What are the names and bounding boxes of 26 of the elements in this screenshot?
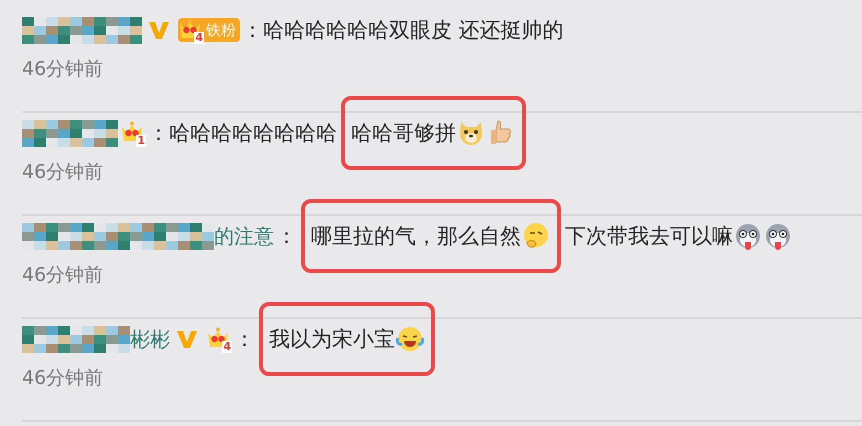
crown-icon xyxy=(120,121,144,143)
colon: ： xyxy=(242,17,263,44)
comment-time: 46分钟前 xyxy=(22,366,104,391)
level-number: 1 xyxy=(136,135,146,147)
comment-text: 哈哈哈哈哈哈哈哈 xyxy=(169,120,337,147)
comment-text: 哈哈哈哈哈哈双眼皮 还还挺帅的 xyxy=(263,17,564,44)
comment-text: 哈哈哥够拼 xyxy=(351,120,456,147)
user-name[interactable]: 的注意 xyxy=(214,222,274,250)
husky-emoji-icon xyxy=(733,221,763,251)
colon: ： xyxy=(234,326,255,353)
laugh-cry-emoji-icon xyxy=(395,324,425,354)
level-number: 4 xyxy=(222,341,232,353)
level-number: 4 xyxy=(194,32,204,44)
colon: ： xyxy=(148,120,169,147)
crown-icon xyxy=(178,18,202,40)
comment-time: 46分钟前 xyxy=(22,57,104,82)
comment-time: 46分钟前 xyxy=(22,263,104,288)
colon: ： xyxy=(276,223,297,250)
comment-text: 我以为宋小宝 xyxy=(269,326,395,353)
comment-text: 哪里拉的气，那么自然 xyxy=(311,223,521,250)
user-name[interactable]: 彬彬 xyxy=(130,326,170,352)
fan-tag: 铁粉 xyxy=(206,20,236,40)
crown-icon xyxy=(206,327,230,349)
husky-emoji-icon xyxy=(763,221,793,251)
comment-text: 下次带我去可以嘛 xyxy=(565,223,733,250)
comment-time: 46分钟前 xyxy=(22,160,104,185)
